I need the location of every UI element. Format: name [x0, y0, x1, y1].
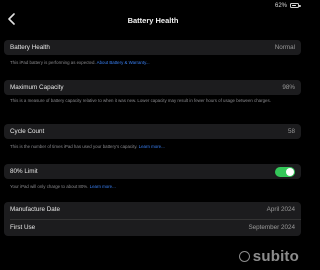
about-battery-warranty-link[interactable]: About Battery & Warranty...	[97, 60, 150, 65]
subito-watermark: subito	[238, 248, 299, 265]
battery-health-note: This iPad battery is performing as expec…	[10, 60, 298, 66]
watermark-text: subito	[252, 248, 299, 265]
manufacture-date-value: April 2024	[266, 206, 295, 213]
cycle-count-note-text: This is the number of times iPad has use…	[10, 144, 138, 149]
cycle-count-note: This is the number of times iPad has use…	[10, 144, 298, 150]
maximum-capacity-value: 98%	[282, 84, 295, 91]
manufacture-date-label: Manufacture Date	[10, 206, 61, 213]
battery-icon	[290, 3, 301, 8]
toggle-knob	[286, 167, 294, 176]
battery-info-group: Manufacture Date April 2024 First Use Se…	[4, 202, 301, 236]
cycle-count-label: Cycle Count	[10, 128, 45, 135]
battery-health-value: Normal	[274, 44, 295, 51]
navigation-bar: Battery Health	[0, 10, 306, 30]
maximum-capacity-row: Maximum Capacity 98%	[4, 80, 301, 95]
page-title: Battery Health	[127, 16, 179, 25]
charge-limit-toggle[interactable]	[275, 166, 295, 177]
charge-limit-label: 80% Limit	[10, 168, 38, 175]
charge-limit-learn-more-link[interactable]: Learn more...	[90, 184, 116, 189]
charge-limit-row: 80% Limit	[4, 164, 301, 179]
cycle-count-row: Cycle Count 58	[4, 124, 301, 139]
maximum-capacity-label: Maximum Capacity	[10, 84, 64, 91]
battery-health-note-text: This iPad battery is performing as expec…	[10, 60, 96, 65]
battery-health-row[interactable]: Battery Health Normal	[4, 40, 301, 55]
maximum-capacity-note: This is a measure of battery capacity re…	[10, 98, 271, 103]
cycle-count-learn-more-link[interactable]: Learn more...	[139, 144, 165, 149]
subito-logo-icon	[238, 251, 250, 262]
charge-limit-note: Your iPad will only charge to about 80%.…	[10, 184, 298, 190]
cycle-count-value: 58	[287, 128, 295, 135]
battery-percentage: 62%	[274, 3, 287, 9]
battery-health-label: Battery Health	[10, 44, 50, 51]
first-use-value: September 2024	[248, 224, 295, 231]
row-divider	[10, 219, 301, 220]
first-use-label: First Use	[10, 224, 36, 231]
charge-limit-note-text: Your iPad will only charge to about 80%.	[10, 184, 89, 189]
